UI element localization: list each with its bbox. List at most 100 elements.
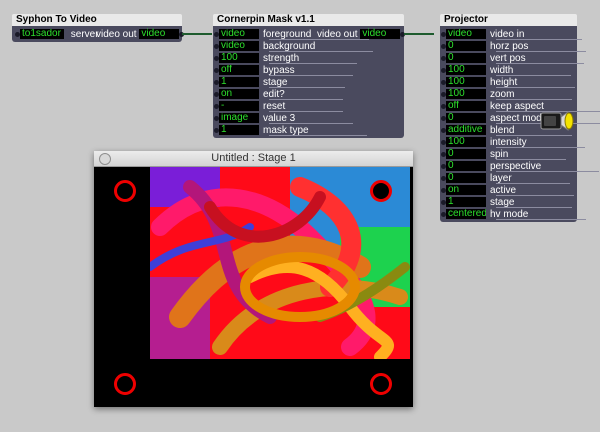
syphon-video-output[interactable]: video out video <box>96 29 185 40</box>
projector-port-spin[interactable]: 0 spin <box>441 149 567 160</box>
cornerpin-port-foreground[interactable]: video foreground <box>214 29 370 40</box>
corner-handle-bottom-left[interactable] <box>114 373 136 395</box>
cornerpin-port-value-3[interactable]: image value 3 <box>214 113 354 124</box>
projector-port-layer[interactable]: 0 layer <box>441 173 570 184</box>
projector-port-intensity[interactable]: 100 intensity <box>441 137 585 148</box>
cornerpin-port-stage[interactable]: 1 stage <box>214 77 346 88</box>
port-value[interactable]: image <box>219 113 259 123</box>
port-value[interactable]: 1 <box>219 125 259 135</box>
input-port-dot[interactable] <box>441 212 446 217</box>
input-port-dot[interactable] <box>441 152 446 157</box>
input-port-dot[interactable] <box>441 140 446 145</box>
port-value[interactable]: on <box>446 185 486 195</box>
cornerpin-port-edit[interactable]: on edit? <box>214 89 343 100</box>
port-value[interactable]: off <box>446 101 486 111</box>
port-value[interactable]: centered <box>446 209 486 219</box>
port-value[interactable]: 0 <box>446 41 486 51</box>
port-underline <box>496 135 573 136</box>
node-title[interactable]: Syphon To Video <box>12 14 182 26</box>
corner-handle-top-right[interactable] <box>370 180 392 202</box>
node-title[interactable]: Projector <box>440 14 577 26</box>
port-value[interactable]: - <box>219 101 259 111</box>
input-port-dot[interactable] <box>214 68 219 73</box>
port-underline <box>269 135 367 136</box>
cornerpin-mask-node[interactable]: Cornerpin Mask v1.1 video out video vide… <box>213 14 406 138</box>
input-port-dot[interactable] <box>441 188 446 193</box>
input-port-dot[interactable] <box>441 116 446 121</box>
port-value[interactable]: 100 <box>446 65 486 75</box>
port-underline <box>496 159 567 160</box>
input-port-dot[interactable] <box>441 104 446 109</box>
projector-port-aspect-mod[interactable]: 0 aspect mod <box>441 113 600 124</box>
projector-port-perspective[interactable]: 0 perspective <box>441 161 600 172</box>
input-port-dot[interactable] <box>441 44 446 49</box>
input-port-dot[interactable] <box>214 104 219 109</box>
port-underline <box>269 51 374 52</box>
projector-port-zoom[interactable]: 100 zoom <box>441 89 573 100</box>
port-value[interactable]: 0 <box>446 53 486 63</box>
projector-port-height[interactable]: 100 height <box>441 77 576 88</box>
video-out-value: video <box>139 29 180 39</box>
projector-port-video-in[interactable]: video video in <box>441 29 583 40</box>
close-icon[interactable] <box>99 153 111 165</box>
input-port-dot[interactable] <box>441 56 446 61</box>
input-port-dot[interactable] <box>441 164 446 169</box>
cornerpin-port-background[interactable]: video background <box>214 41 374 52</box>
input-port-dot[interactable] <box>441 176 446 181</box>
projector-port-width[interactable]: 100 width <box>441 65 572 76</box>
input-port-dot[interactable] <box>441 68 446 73</box>
input-port-dot[interactable] <box>214 56 219 61</box>
input-port-dot[interactable] <box>15 32 20 37</box>
projector-port-stage[interactable]: 1 stage <box>441 197 573 208</box>
port-value[interactable]: 100 <box>446 89 486 99</box>
syphon-server-input[interactable]: to1sador server <box>15 29 99 40</box>
port-value[interactable]: video <box>219 29 259 39</box>
port-value[interactable]: video <box>446 29 486 39</box>
cornerpin-port-strength[interactable]: 100 strength <box>214 53 358 64</box>
projector-port-blend[interactable]: additive blend <box>441 125 573 136</box>
input-port-dot[interactable] <box>441 128 446 133</box>
input-port-dot[interactable] <box>214 44 219 49</box>
port-value[interactable]: 100 <box>219 53 259 63</box>
port-value[interactable]: 0 <box>446 113 486 123</box>
corner-handle-bottom-right[interactable] <box>370 373 392 395</box>
node-title[interactable]: Cornerpin Mask v1.1 <box>213 14 404 26</box>
input-port-dot[interactable] <box>214 128 219 133</box>
projector-port-horz-pos[interactable]: 0 horz pos <box>441 41 587 52</box>
port-value[interactable]: 0 <box>446 173 486 183</box>
input-port-dot[interactable] <box>441 200 446 205</box>
input-port-dot[interactable] <box>441 32 446 37</box>
port-value[interactable]: additive <box>446 125 486 135</box>
input-port-dot[interactable] <box>214 116 219 121</box>
cornerpin-port-bypass[interactable]: off bypass <box>214 65 353 76</box>
connection-wire <box>404 33 434 35</box>
projector-port-keep-aspect[interactable]: off keep aspect <box>441 101 600 112</box>
port-value[interactable]: 0 <box>446 161 486 171</box>
syphon-server-label: server <box>70 29 99 40</box>
input-port-dot[interactable] <box>214 32 219 37</box>
input-port-dot[interactable] <box>214 92 219 97</box>
port-value[interactable]: 100 <box>446 137 486 147</box>
syphon-to-video-node[interactable]: Syphon To Video to1sador server video ou… <box>12 14 185 42</box>
projector-port-active[interactable]: on active <box>441 185 575 196</box>
port-underline <box>269 99 343 100</box>
port-value[interactable]: 0 <box>446 149 486 159</box>
projector-port-hv-mode[interactable]: centered hv mode <box>441 209 587 220</box>
projector-port-vert-pos[interactable]: 0 vert pos <box>441 53 584 64</box>
port-value[interactable]: video <box>219 41 259 51</box>
cornerpin-port-reset[interactable]: - reset <box>214 101 344 112</box>
stage-titlebar[interactable]: Untitled : Stage 1 <box>94 151 413 167</box>
projector-node[interactable]: Projector video video in 0 horz pos 0 vert po… <box>440 14 600 222</box>
port-value[interactable]: off <box>219 65 259 75</box>
stage-window[interactable]: Untitled : Stage 1 <box>94 151 413 407</box>
port-value[interactable]: 1 <box>446 197 486 207</box>
input-port-dot[interactable] <box>441 80 446 85</box>
syphon-server-value[interactable]: to1sador <box>20 29 64 39</box>
input-port-dot[interactable] <box>214 80 219 85</box>
port-value[interactable]: 100 <box>446 77 486 87</box>
port-value[interactable]: on <box>219 89 259 99</box>
port-value[interactable]: 1 <box>219 77 259 87</box>
cornerpin-port-mask-type[interactable]: 1 mask type <box>214 125 367 136</box>
input-port-dot[interactable] <box>441 92 446 97</box>
corner-handle-top-left[interactable] <box>114 180 136 202</box>
